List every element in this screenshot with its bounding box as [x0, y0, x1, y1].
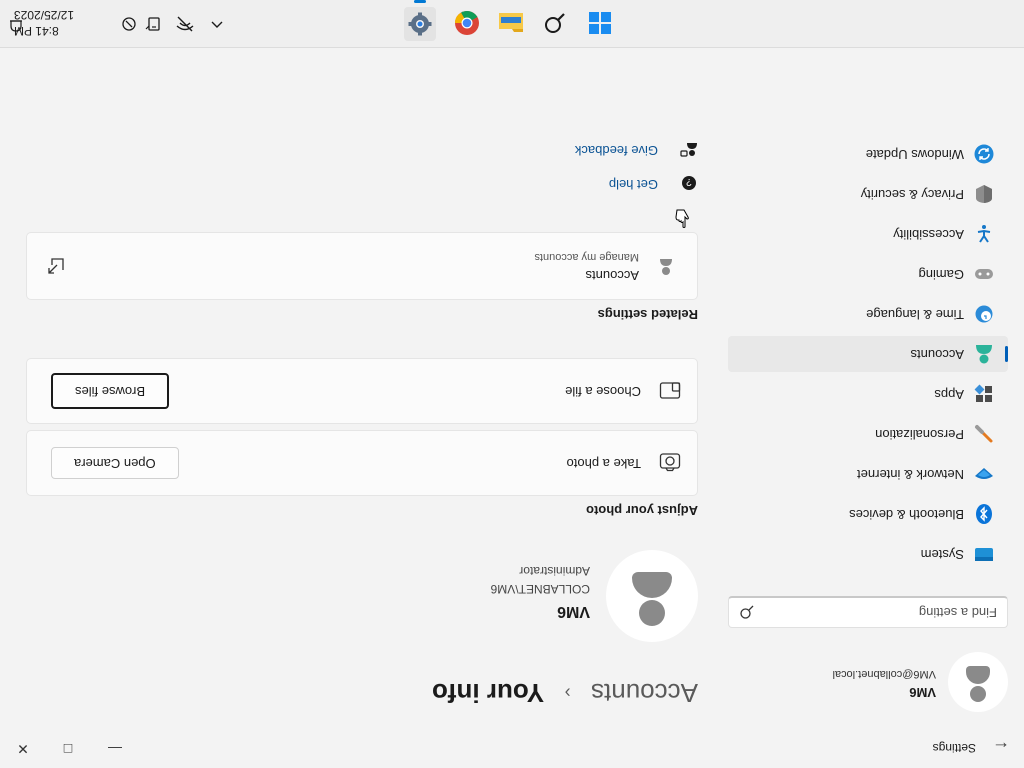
sidebar-item-system[interactable]: System: [728, 536, 1008, 572]
sidebar-nav: System Bluetooth & devices Network & int…: [728, 132, 1008, 572]
sidebar-item-windows-update[interactable]: Windows Update: [728, 136, 1008, 172]
related-accounts-subtitle: Manage my accounts: [534, 251, 639, 263]
search-input[interactable]: [747, 599, 1007, 627]
clock-date: 12/25/2023: [14, 8, 75, 22]
hand-cursor-icon: [675, 209, 689, 228]
person-icon: [632, 566, 672, 626]
accessibility-icon: [977, 225, 991, 243]
folder-image-icon: [659, 382, 681, 399]
minimize-icon[interactable]: —: [100, 738, 130, 760]
section-title-adjust-photo: Adjust your photo: [586, 503, 698, 518]
sidebar-item-label: Gaming: [918, 267, 964, 282]
camera-icon: [659, 453, 681, 472]
active-app-indicator: [414, 0, 426, 3]
browse-files-button[interactable]: Browse files: [51, 373, 170, 409]
update-icon: [974, 144, 994, 164]
profile-avatar: [606, 550, 698, 642]
breadcrumb: Accounts › Your info: [432, 668, 698, 708]
svg-text:?: ?: [686, 176, 692, 187]
monitor-icon: [975, 548, 993, 561]
volume-icon[interactable]: [144, 15, 162, 33]
title-bar: ← Settings — □ ✕: [0, 728, 1024, 768]
sidebar-item-network[interactable]: Network & internet: [728, 456, 1008, 492]
user-block: VM6 VM6@collabnet.local: [728, 652, 1008, 712]
user-name: VM6: [909, 685, 936, 700]
feedback-icon: [680, 143, 697, 157]
file-explorer-icon[interactable]: [497, 9, 525, 37]
user-email: VM6@collabnet.local: [832, 668, 937, 680]
help-icon: ?: [682, 176, 696, 190]
sidebar-item-label: Privacy & security: [860, 187, 964, 202]
sidebar-item-accounts[interactable]: Accounts: [728, 336, 1008, 372]
sidebar-item-label: Time & language: [866, 307, 964, 322]
app-title: Settings: [932, 741, 976, 755]
related-accounts-card[interactable]: Accounts Manage my accounts: [26, 232, 698, 300]
screen: ← Settings — □ ✕ VM6 VM6@collabnet.local…: [0, 0, 1024, 768]
sidebar-item-label: Apps: [934, 387, 964, 402]
taskbar: 8:41 PM 12/25/2023: [0, 0, 1024, 48]
sidebar-item-label: Personalization: [875, 427, 964, 442]
open-external-icon: [48, 258, 64, 274]
settings-icon: [408, 12, 432, 36]
search-box[interactable]: [728, 596, 1008, 628]
related-accounts-title: Accounts: [585, 268, 639, 283]
bluetooth-icon: [976, 504, 992, 524]
breadcrumb-parent[interactable]: Accounts: [591, 678, 698, 708]
search-icon[interactable]: [541, 9, 569, 37]
give-feedback-label: Give feedback: [574, 143, 658, 158]
page-title: Your info: [431, 678, 545, 708]
close-icon[interactable]: ✕: [8, 738, 38, 760]
globe-clock-icon: [975, 305, 993, 323]
sidebar-item-privacy[interactable]: Privacy & security: [728, 176, 1008, 212]
clock-time: 8:41 PM: [14, 24, 59, 38]
settings-taskbar-button[interactable]: [404, 7, 436, 41]
profile-name: VM6: [557, 603, 590, 620]
profile-role: Administrator: [519, 564, 590, 578]
network-icon: [975, 468, 993, 479]
choose-file-card: Choose a file Browse files: [26, 358, 698, 424]
active-indicator: [1005, 346, 1008, 362]
sidebar-item-accessibility[interactable]: Accessibility: [728, 216, 1008, 252]
apps-icon: [974, 384, 992, 402]
sidebar-item-label: Network & internet: [857, 467, 964, 482]
profile-domain: COLLABNET\VM6: [490, 582, 590, 596]
network-disconnected-icon[interactable]: [176, 15, 194, 33]
sidebar-item-personalization[interactable]: Personalization: [728, 416, 1008, 452]
sidebar-item-time-language[interactable]: Time & language: [728, 296, 1008, 332]
sidebar-item-label: Accessibility: [893, 227, 964, 242]
person-icon: [966, 662, 990, 702]
choose-file-label: Choose a file: [565, 384, 641, 399]
gamepad-icon: [975, 269, 993, 279]
sidebar-item-label: Windows Update: [865, 147, 964, 162]
sidebar-item-label: Accounts: [910, 347, 964, 362]
windows-start-icon[interactable]: [586, 9, 614, 37]
system-clock[interactable]: 8:41 PM 12/25/2023: [14, 7, 106, 39]
battery-icon[interactable]: [120, 15, 138, 33]
shield-icon: [976, 185, 992, 203]
chevron-right-icon: ›: [564, 683, 571, 703]
sidebar-item-label: Bluetooth & devices: [849, 507, 964, 522]
open-camera-button[interactable]: Open Camera: [51, 447, 179, 479]
section-title-related-settings: Related settings: [597, 307, 698, 322]
sidebar-item-label: System: [920, 547, 964, 562]
sidebar-item-gaming[interactable]: Gaming: [728, 256, 1008, 292]
sidebar-item-apps[interactable]: Apps: [728, 376, 1008, 412]
take-photo-label: Take a photo: [566, 456, 641, 471]
brush-icon: [975, 425, 993, 443]
avatar: [948, 652, 1008, 712]
sidebar-item-bluetooth[interactable]: Bluetooth & devices: [728, 496, 1008, 532]
chevron-up-icon[interactable]: [208, 15, 226, 33]
chrome-icon[interactable]: [453, 9, 481, 37]
back-arrow-icon[interactable]: ←: [986, 738, 1010, 758]
take-photo-card: Take a photo Open Camera: [26, 430, 698, 496]
maximize-icon[interactable]: □: [53, 738, 83, 760]
get-help-label: Get help: [608, 177, 658, 192]
accounts-icon: [660, 259, 672, 275]
search-icon: [740, 605, 754, 619]
accounts-icon: [976, 345, 992, 364]
notification-bell-icon[interactable]: [8, 17, 24, 33]
